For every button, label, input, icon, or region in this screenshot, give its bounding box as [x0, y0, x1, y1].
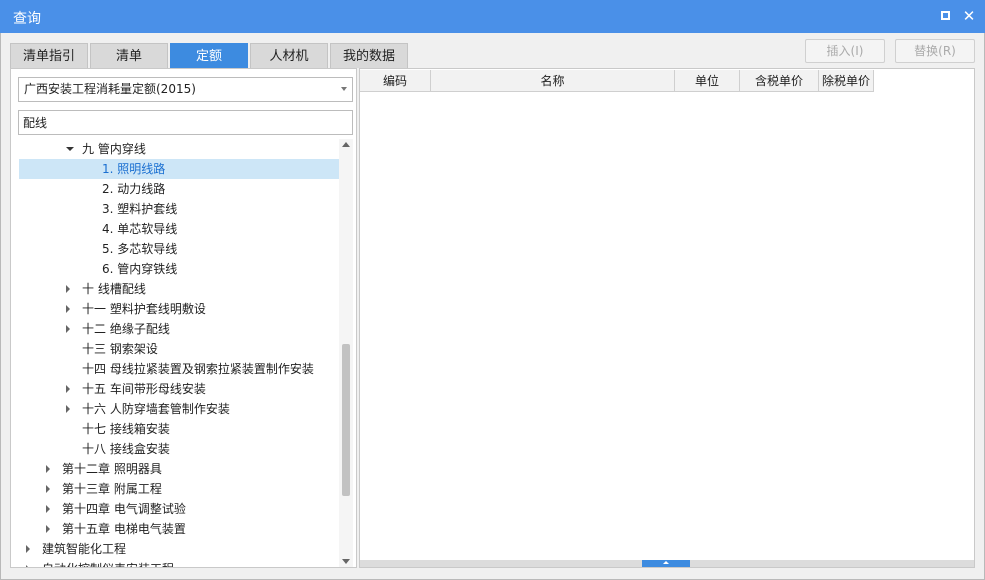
tree-node[interactable]: 自动化控制仪表安装工程 [19, 559, 339, 567]
tree-node-label: 十二 绝缘子配线 [82, 322, 170, 336]
column-header-code[interactable]: 编码 [360, 70, 431, 92]
column-header-unit[interactable]: 单位 [675, 70, 740, 92]
scroll-down-icon[interactable] [342, 559, 350, 564]
tree-node-label: 4. 单芯软导线 [102, 222, 178, 236]
title-bar: 查询 ✕ [0, 0, 985, 33]
tree-node-label: 十六 人防穿墙套管制作安装 [82, 402, 230, 416]
tree-node-label: 十七 接线箱安装 [82, 422, 170, 436]
column-header-tax-exclusive-price[interactable]: 除税单价 [819, 70, 874, 92]
tree-node[interactable]: 十三 钢索架设 [19, 339, 339, 359]
result-grid-panel [359, 68, 975, 568]
column-header-name[interactable]: 名称 [431, 70, 675, 92]
tree-node[interactable]: 十 线槽配线 [19, 279, 339, 299]
tree-node-label: 3. 塑料护套线 [102, 202, 178, 216]
scrollbar-thumb[interactable] [342, 344, 350, 496]
tree-node-label: 十 线槽配线 [82, 282, 146, 296]
tree-node[interactable]: 十七 接线箱安装 [19, 419, 339, 439]
tree-node-label: 第十三章 附属工程 [62, 482, 162, 496]
expand-arrow-icon[interactable] [66, 305, 70, 313]
dropdown-arrow-icon [341, 87, 347, 91]
column-header-tax-inclusive-price[interactable]: 含税单价 [740, 70, 819, 92]
tree-node[interactable]: 十一 塑料护套线明敷设 [19, 299, 339, 319]
scroll-up-icon[interactable] [342, 142, 350, 147]
result-horizontal-scrollbar[interactable] [360, 560, 974, 567]
tree-node-label: 建筑智能化工程 [42, 542, 127, 556]
expand-arrow-icon[interactable] [66, 405, 70, 413]
tree-node-label: 自动化控制仪表安装工程 [42, 559, 174, 567]
tree-node-label: 第十五章 电梯电气装置 [62, 522, 186, 536]
tree-node-label: 第十二章 照明器具 [62, 462, 162, 476]
tree-node[interactable]: 第十三章 附属工程 [19, 479, 339, 499]
tab-list[interactable]: 清单 [90, 43, 168, 68]
tree-node-label: 十四 母线拉紧装置及钢索拉紧装置制作安装 [82, 362, 314, 376]
tree-node[interactable]: 第十二章 照明器具 [19, 459, 339, 479]
tree-node[interactable]: 2. 动力线路 [19, 179, 339, 199]
window-title: 查询 [13, 11, 41, 27]
quota-tree: 九 管内穿线 1. 照明线路 2. 动力线路 3. 塑料护套线 4. 单芯软导线… [19, 139, 339, 567]
tree-node[interactable]: 6. 管内穿铁线 [19, 259, 339, 279]
tree-vertical-scrollbar[interactable] [339, 139, 353, 567]
tree-node[interactable]: 九 管内穿线 [19, 139, 339, 159]
tree-node-label: 十八 接线盒安装 [82, 442, 170, 456]
maximize-icon[interactable] [937, 8, 953, 24]
tab-quota[interactable]: 定额 [170, 43, 248, 68]
tree-node[interactable]: 十四 母线拉紧装置及钢索拉紧装置制作安装 [19, 359, 339, 379]
expand-arrow-icon[interactable] [46, 525, 50, 533]
collapse-arrow-icon[interactable] [66, 147, 74, 151]
expand-arrow-icon[interactable] [46, 485, 50, 493]
tree-node-label: 6. 管内穿铁线 [102, 262, 178, 276]
tree-node-label: 第十四章 电气调整试验 [62, 502, 186, 516]
quota-library-value: 广西安装工程消耗量定额(2015) [24, 82, 196, 96]
tree-node-label: 十一 塑料护套线明敷设 [82, 302, 206, 316]
tree-node-label: 1. 照明线路 [102, 162, 166, 176]
tree-node-label: 九 管内穿线 [82, 142, 146, 156]
tree-node[interactable]: 5. 多芯软导线 [19, 239, 339, 259]
tree-node[interactable]: 第十五章 电梯电气装置 [19, 519, 339, 539]
expand-arrow-icon[interactable] [26, 565, 30, 567]
expand-arrow-icon[interactable] [66, 285, 70, 293]
tree-node[interactable]: 十八 接线盒安装 [19, 439, 339, 459]
tree-node[interactable]: 十六 人防穿墙套管制作安装 [19, 399, 339, 419]
tree-node-label: 十三 钢索架设 [82, 342, 158, 356]
tab-list-guide[interactable]: 清单指引 [10, 43, 88, 68]
replace-button[interactable]: 替换(R) [895, 39, 975, 63]
expand-arrow-icon[interactable] [66, 325, 70, 333]
tree-node-label: 5. 多芯软导线 [102, 242, 178, 256]
tree-node[interactable]: 十五 车间带形母线安装 [19, 379, 339, 399]
search-input[interactable] [18, 110, 353, 135]
expand-arrow-icon[interactable] [46, 465, 50, 473]
expand-arrow-icon[interactable] [26, 545, 30, 553]
expand-arrow-icon[interactable] [46, 505, 50, 513]
panel-toggle-handle[interactable] [642, 560, 690, 567]
tab-labor-material-machine[interactable]: 人材机 [250, 43, 328, 68]
tree-node[interactable]: 3. 塑料护套线 [19, 199, 339, 219]
tab-my-data[interactable]: 我的数据 [330, 43, 408, 68]
quota-library-select[interactable]: 广西安装工程消耗量定额(2015) [18, 77, 353, 102]
tree-node[interactable]: 建筑智能化工程 [19, 539, 339, 559]
close-icon[interactable]: ✕ [961, 8, 977, 24]
tree-node[interactable]: 1. 照明线路 [19, 159, 339, 179]
chevron-up-icon [663, 561, 669, 564]
tree-node[interactable]: 第十四章 电气调整试验 [19, 499, 339, 519]
tree-node[interactable]: 十二 绝缘子配线 [19, 319, 339, 339]
tree-node[interactable]: 4. 单芯软导线 [19, 219, 339, 239]
insert-button[interactable]: 插入(I) [805, 39, 885, 63]
tree-node-label: 2. 动力线路 [102, 182, 166, 196]
tree-node-label: 十五 车间带形母线安装 [82, 382, 206, 396]
expand-arrow-icon[interactable] [66, 385, 70, 393]
